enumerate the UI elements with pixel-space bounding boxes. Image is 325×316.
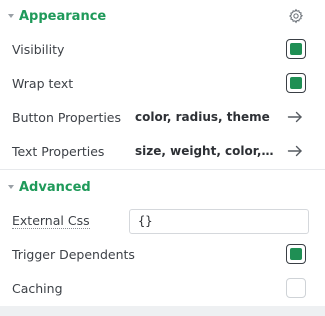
wrap-text-row: Wrap text: [0, 66, 325, 100]
text-properties-row[interactable]: Text Properties size, weight, color, ali…: [0, 134, 325, 168]
trigger-dependents-label: Trigger Dependents: [12, 246, 135, 262]
advanced-section-header[interactable]: Advanced: [0, 172, 325, 202]
checkbox-checked-fill: [290, 248, 302, 260]
panel-footer-strip: [0, 306, 325, 316]
trigger-dependents-row: Trigger Dependents: [0, 237, 325, 271]
external-css-input[interactable]: {}: [129, 208, 309, 234]
section-divider: [0, 169, 325, 170]
checkbox-checked-fill: [290, 77, 302, 89]
wrap-text-checkbox[interactable]: [286, 73, 306, 93]
appearance-section-header[interactable]: Appearance: [0, 1, 325, 31]
checkbox-checked-fill: [290, 43, 302, 55]
caret-down-icon[interactable]: [8, 14, 14, 18]
arrow-right-icon[interactable]: [287, 145, 303, 157]
external-css-label: External Css: [12, 213, 90, 229]
button-properties-value: color, radius, theme: [135, 110, 270, 124]
button-properties-row[interactable]: Button Properties color, radius, theme: [0, 100, 325, 134]
button-properties-label: Button Properties: [12, 109, 122, 125]
arrow-right-icon[interactable]: [287, 111, 303, 123]
advanced-title: Advanced: [19, 179, 91, 195]
visibility-checkbox[interactable]: [286, 39, 306, 59]
trigger-dependents-checkbox[interactable]: [286, 244, 306, 264]
text-properties-label: Text Properties: [12, 143, 105, 159]
external-css-row: External Css {}: [0, 204, 325, 238]
wrap-text-label: Wrap text: [12, 75, 74, 91]
caching-row: Caching: [0, 271, 325, 305]
visibility-row: Visibility: [0, 32, 325, 66]
gear-icon[interactable]: [288, 8, 304, 24]
appearance-title: Appearance: [19, 8, 107, 24]
properties-panel: Appearance Visibility Wrap text Button P…: [0, 0, 325, 306]
text-properties-value: size, weight, color, ali...: [135, 144, 275, 158]
caching-checkbox[interactable]: [286, 278, 306, 298]
caching-label: Caching: [12, 280, 63, 296]
visibility-label: Visibility: [12, 41, 65, 57]
caret-down-icon[interactable]: [8, 185, 14, 189]
